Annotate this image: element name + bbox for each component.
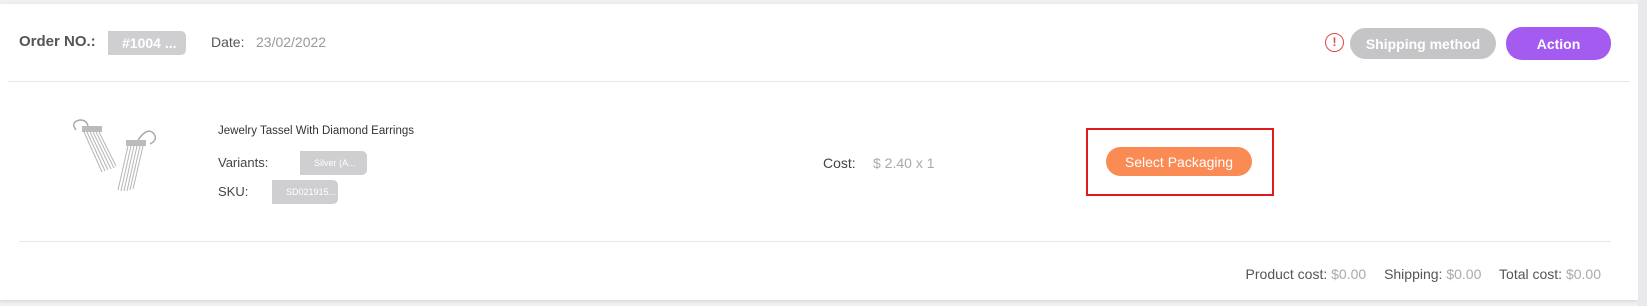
total-cost-label: Total cost: bbox=[1499, 266, 1563, 282]
shipping-value: $0.00 bbox=[1446, 266, 1482, 282]
variants-label: Variants: bbox=[218, 155, 269, 170]
shipping-label: Shipping: bbox=[1384, 266, 1443, 282]
select-packaging-button[interactable]: Select Packaging bbox=[1106, 147, 1252, 176]
sku-tag: SD021915... bbox=[272, 180, 338, 204]
order-number-tag: #1004 ... bbox=[108, 31, 186, 55]
date-label: Date: bbox=[211, 34, 245, 50]
variant-tag: Silver (A... bbox=[300, 151, 367, 175]
earrings-product-image bbox=[73, 119, 157, 192]
order-number-label: Order NO.: bbox=[19, 33, 96, 50]
product-name[interactable]: Jewelry Tassel With Diamond Earrings bbox=[218, 125, 414, 137]
total-cost-value: $0.00 bbox=[1565, 266, 1601, 282]
header-divider bbox=[8, 81, 1630, 82]
order-card: Order NO.: #1004 ... Date: 23/02/2022 ! … bbox=[0, 4, 1638, 300]
product-cost-value: $0.00 bbox=[1331, 266, 1367, 282]
product-cost-label: Product cost: bbox=[1245, 266, 1328, 282]
action-button[interactable]: Action bbox=[1506, 27, 1611, 60]
sku-label: SKU: bbox=[218, 184, 249, 199]
page-scrollbar[interactable] bbox=[1638, 0, 1647, 306]
order-totals: Product cost: $0.00 Shipping: $0.00 Tota… bbox=[1246, 266, 1601, 282]
date-value: 23/02/2022 bbox=[256, 34, 327, 50]
shipping-method-button[interactable]: Shipping method bbox=[1350, 28, 1496, 59]
cost-label: Cost: bbox=[823, 155, 856, 171]
footer-divider bbox=[19, 241, 1611, 242]
exclamation-circle-icon[interactable]: ! bbox=[1325, 33, 1344, 52]
cost-value: $ 2.40 x 1 bbox=[873, 155, 935, 171]
